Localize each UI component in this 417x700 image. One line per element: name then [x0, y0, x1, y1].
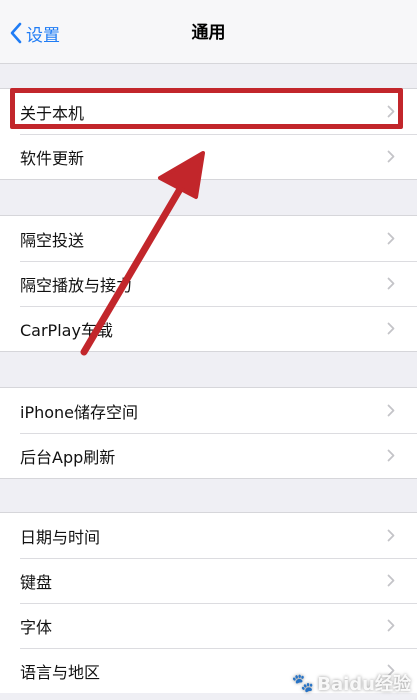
row-software-update[interactable]: 软件更新: [0, 134, 417, 179]
chevron-right-icon: [387, 232, 395, 245]
row-date-time[interactable]: 日期与时间: [0, 513, 417, 558]
settings-group-3: iPhone储存空间 后台App刷新: [0, 387, 417, 479]
row-label: 后台App刷新: [20, 447, 116, 467]
chevron-right-icon: [387, 529, 395, 542]
row-label: 隔空播放与接力: [20, 275, 133, 295]
row-label: 软件更新: [20, 148, 85, 168]
row-keyboard[interactable]: 键盘: [0, 558, 417, 603]
row-airdrop[interactable]: 隔空投送: [0, 216, 417, 261]
row-airplay-handoff[interactable]: 隔空播放与接力: [0, 261, 417, 306]
row-label: iPhone储存空间: [20, 402, 139, 422]
highlight-box: [10, 88, 403, 129]
row-iphone-storage[interactable]: iPhone储存空间: [0, 388, 417, 433]
row-label: 字体: [20, 617, 53, 637]
row-label: 键盘: [20, 572, 53, 592]
chevron-right-icon: [387, 277, 395, 290]
settings-group-4: 日期与时间 键盘 字体 语言与地区: [0, 512, 417, 693]
page-title: 通用: [191, 23, 226, 43]
chevron-right-icon: [387, 322, 395, 335]
row-label: CarPlay车载: [20, 320, 113, 340]
chevron-right-icon: [387, 150, 395, 163]
watermark: 🐾 Baidu经验: [292, 670, 411, 696]
settings-group-2: 隔空投送 隔空播放与接力 CarPlay车载: [0, 215, 417, 352]
row-label: 日期与时间: [20, 527, 101, 547]
row-carplay[interactable]: CarPlay车载: [0, 306, 417, 351]
watermark-text: Baidu经验: [317, 674, 411, 695]
row-label: 隔空投送: [20, 230, 85, 250]
row-background-app-refresh[interactable]: 后台App刷新: [0, 433, 417, 478]
paw-icon: 🐾: [291, 672, 315, 694]
chevron-right-icon: [387, 574, 395, 587]
row-label: 语言与地区: [20, 662, 101, 682]
chevron-right-icon: [387, 619, 395, 632]
navigation-bar: 设置 通用: [0, 0, 417, 64]
chevron-right-icon: [387, 449, 395, 462]
chevron-right-icon: [387, 404, 395, 417]
row-fonts[interactable]: 字体: [0, 603, 417, 648]
